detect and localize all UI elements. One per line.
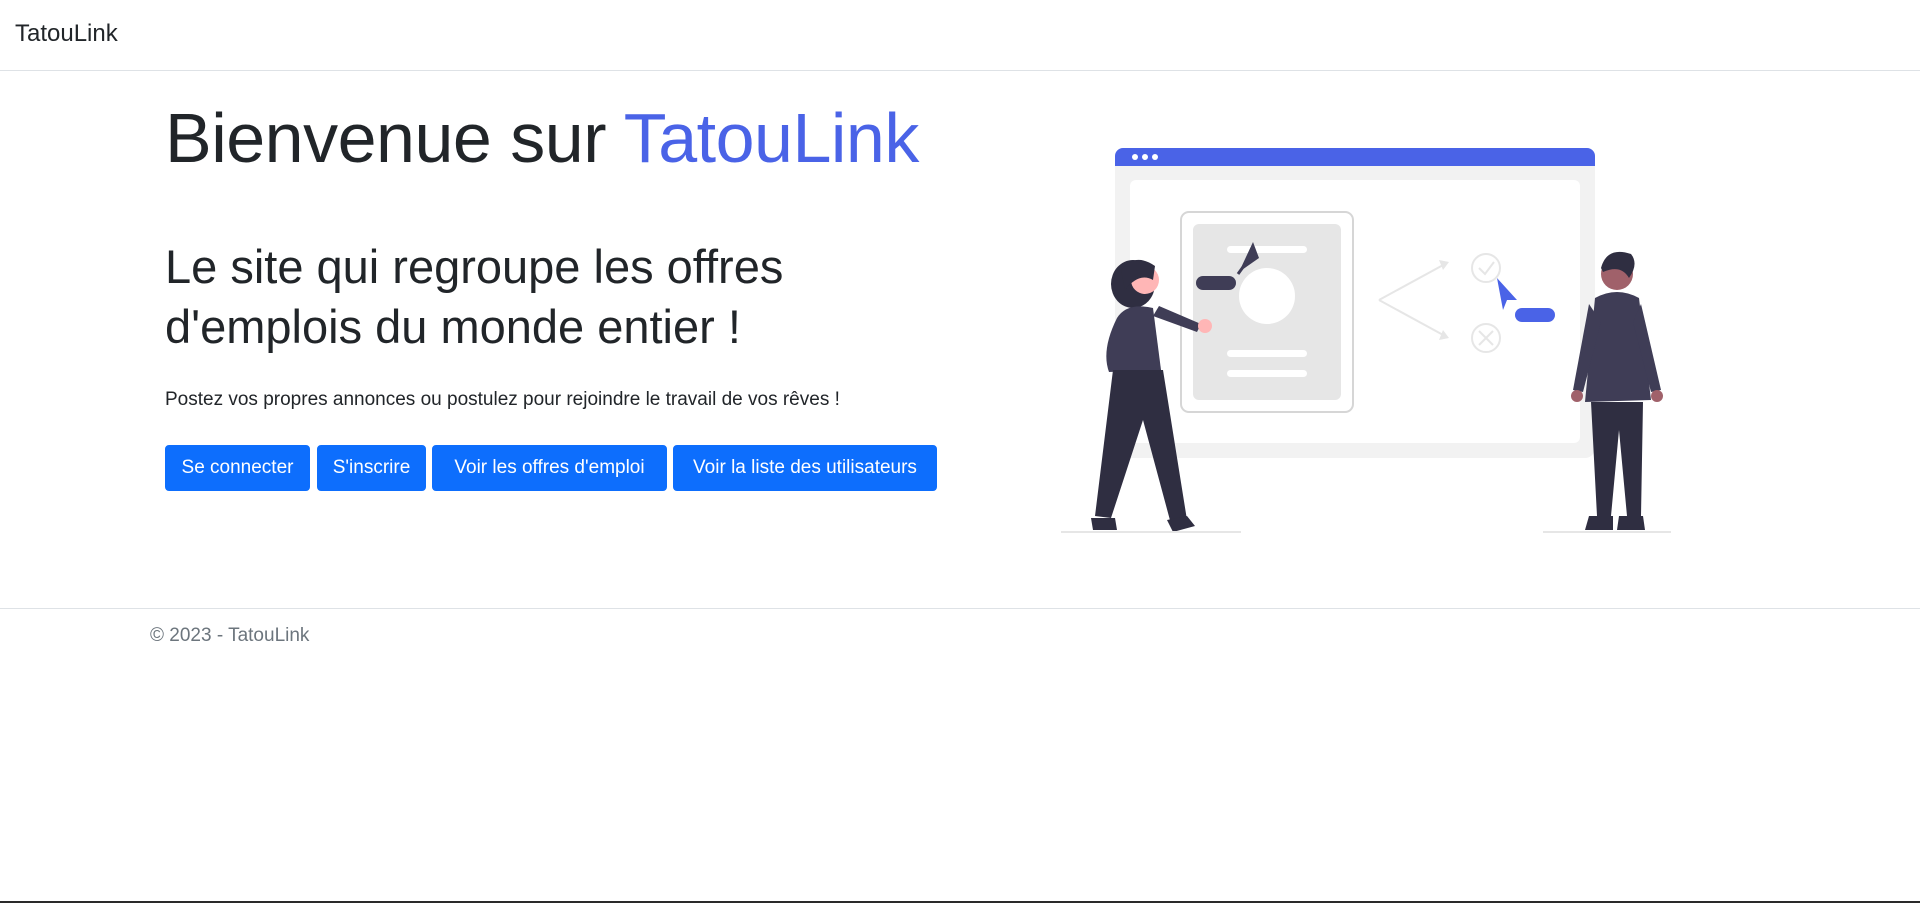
ground-line-left bbox=[1061, 531, 1241, 533]
ground-line-right bbox=[1543, 531, 1671, 533]
hero-lead-text: Postez vos propres annonces ou postulez … bbox=[165, 389, 840, 410]
hero-subtitle-line2: d'emplois du monde entier ! bbox=[165, 300, 741, 353]
job-offers-button[interactable]: Voir les offres d'emploi bbox=[432, 445, 667, 491]
page-footer: © 2023 - TatouLink bbox=[0, 608, 1920, 648]
hero-title-accent: TatouLink bbox=[623, 99, 920, 177]
job-search-illustration bbox=[1061, 148, 1671, 533]
brand-link[interactable]: TatouLink bbox=[15, 20, 118, 48]
hero-subtitle-line1: Le site qui regroupe les offres bbox=[165, 240, 784, 293]
register-button[interactable]: S'inscrire bbox=[317, 445, 426, 491]
footer-copyright: © 2023 - TatouLink bbox=[150, 625, 310, 646]
profile-card-graphic bbox=[1180, 211, 1354, 413]
hero-title: Bienvenue sur TatouLink bbox=[165, 96, 919, 180]
hero-subtitle: Le site qui regroupe les offres d'emploi… bbox=[165, 237, 885, 357]
users-list-button[interactable]: Voir la liste des utilisateurs bbox=[673, 445, 937, 491]
login-button[interactable]: Se connecter bbox=[165, 445, 310, 491]
top-navbar: TatouLink bbox=[0, 0, 1920, 71]
hero-title-prefix: Bienvenue sur bbox=[165, 99, 624, 177]
